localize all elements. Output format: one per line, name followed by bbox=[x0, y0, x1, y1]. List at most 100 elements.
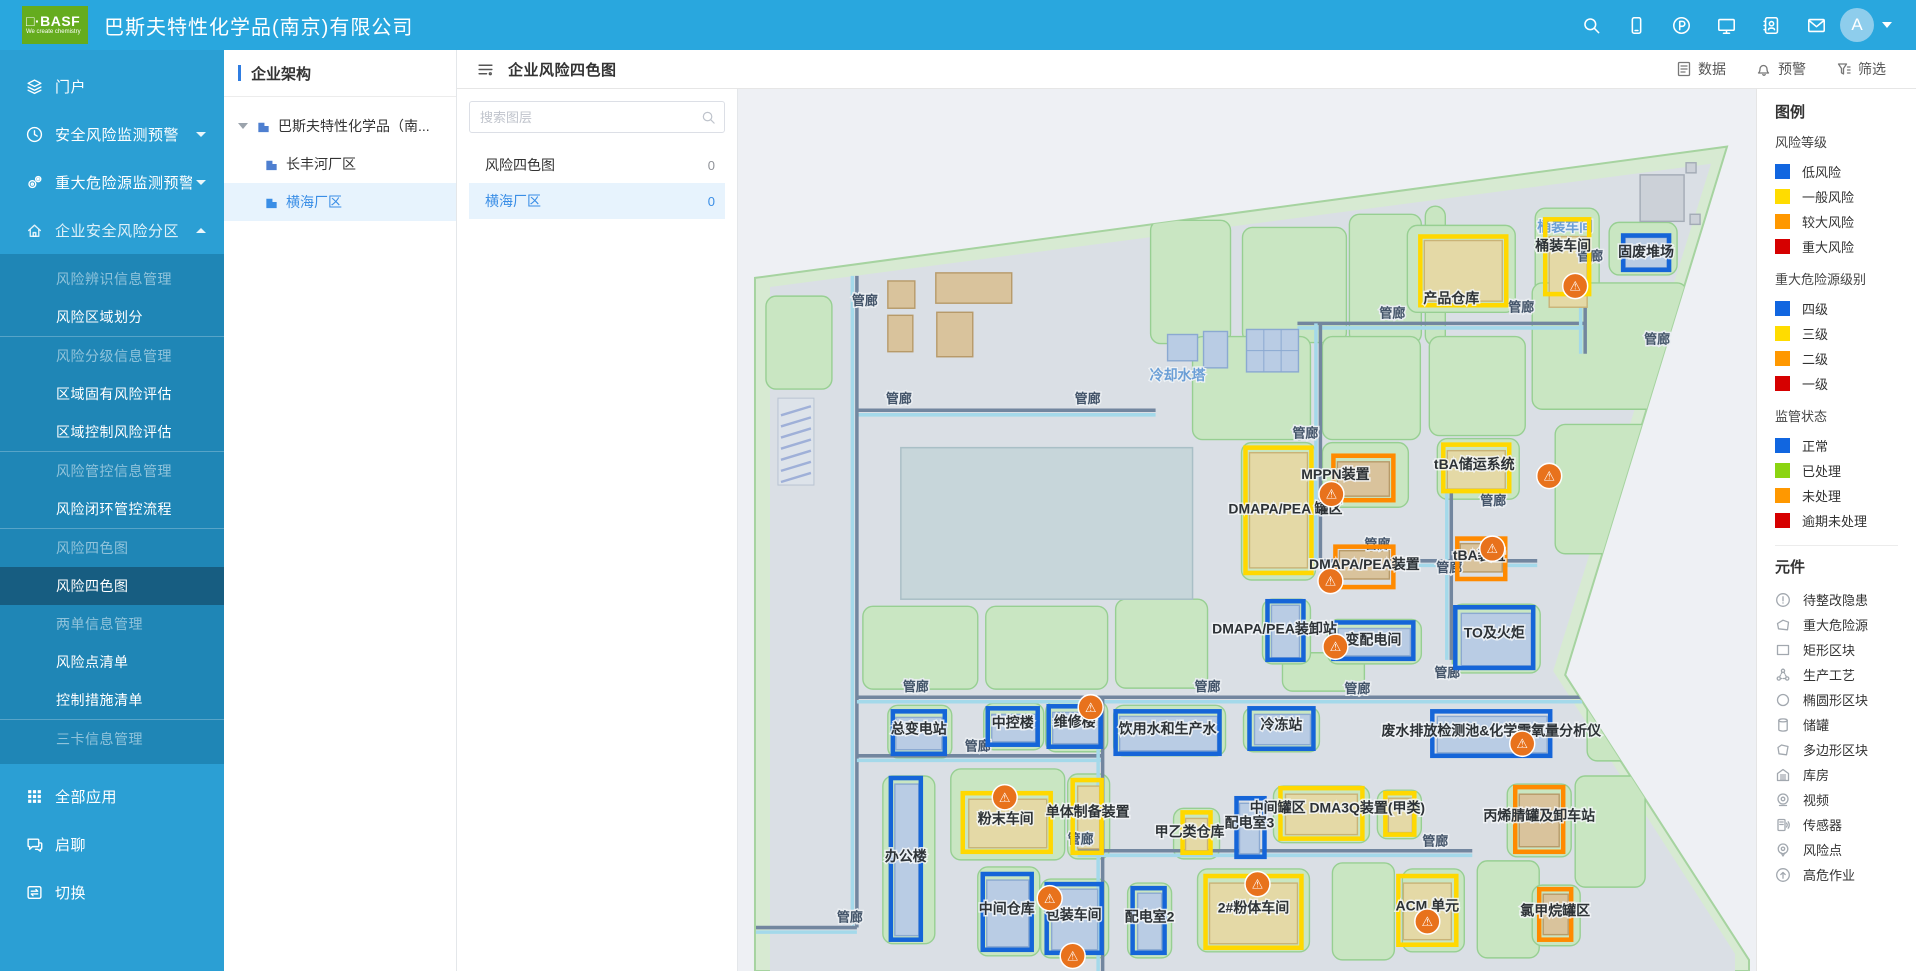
alarm-marker-icon[interactable]: ⚠ bbox=[1319, 482, 1344, 507]
submenu-item-label: 风险四色图 bbox=[56, 538, 129, 558]
header-accent-bar bbox=[238, 65, 241, 81]
sidebar-bottom-item-0[interactable]: 全部应用 bbox=[0, 772, 224, 820]
alarm-marker-icon[interactable]: ⚠ bbox=[992, 785, 1017, 810]
submenu-item-1[interactable]: 风险区域划分 bbox=[0, 298, 224, 336]
filter-icon bbox=[1836, 61, 1852, 77]
org-panel-header: 企业架构 bbox=[224, 50, 456, 97]
layer-item-0[interactable]: 风险四色图0 bbox=[469, 147, 725, 183]
app-header: □·BASF We create chemistry 巴斯夫特性化学品(南京)有… bbox=[0, 0, 1916, 50]
layer-item-1[interactable]: 横海厂区0 bbox=[469, 183, 725, 219]
submenu-item-label: 区域固有风险评估 bbox=[56, 384, 172, 404]
svg-text:⚠: ⚠ bbox=[1516, 736, 1528, 751]
factory-site-map[interactable]: 管廊管廊管廊管廊管廊管廊管廊管廊管廊管廊管廊管廊管廊管廊管廊管廊管廊管廊管廊冷却… bbox=[738, 89, 1756, 971]
legend-section-title: 重大危险源级别 bbox=[1775, 269, 1916, 288]
lawn-block bbox=[1243, 227, 1347, 342]
pipe-rack-label: 管廊 bbox=[837, 909, 863, 924]
submenu-item-8[interactable]: 风险四色图 bbox=[0, 567, 224, 605]
alarm-marker-icon[interactable]: ⚠ bbox=[1060, 943, 1085, 968]
svg-text:⚠: ⚠ bbox=[1044, 891, 1056, 906]
sidebar-item-1[interactable]: 安全风险监测预警 bbox=[0, 110, 224, 158]
alarm-marker-icon[interactable]: ⚠ bbox=[1318, 568, 1343, 593]
avatar-caret-icon[interactable] bbox=[1882, 22, 1892, 28]
tree-node-label: 长丰河厂区 bbox=[286, 154, 356, 174]
alarm-marker-icon[interactable]: ⚠ bbox=[1480, 536, 1505, 561]
alarm-marker-icon[interactable]: ⚠ bbox=[1415, 909, 1440, 934]
toolbar-action-1[interactable]: 预警 bbox=[1756, 59, 1806, 79]
legend-item-label: 逾期未处理 bbox=[1802, 511, 1867, 530]
search-icon[interactable] bbox=[1582, 16, 1601, 35]
phone-icon[interactable] bbox=[1627, 16, 1646, 35]
building bbox=[1640, 175, 1684, 221]
pipe-rack-label: 管廊 bbox=[1422, 834, 1448, 849]
svg-text:⚠: ⚠ bbox=[999, 790, 1011, 805]
risk-zone-label: 甲乙类仓库 bbox=[1155, 824, 1225, 840]
lawn-block bbox=[1322, 337, 1420, 440]
legend-element-label: 生产工艺 bbox=[1803, 665, 1855, 684]
submenu-item-4[interactable]: 区域控制风险评估 bbox=[0, 413, 224, 451]
alarm-marker-icon[interactable]: ⚠ bbox=[1537, 463, 1562, 488]
alarm-marker-icon[interactable]: ⚠ bbox=[1078, 695, 1103, 720]
submenu-item-10[interactable]: 风险点清单 bbox=[0, 643, 224, 681]
parking-icon[interactable] bbox=[1672, 16, 1691, 35]
monitor-icon[interactable] bbox=[1717, 16, 1736, 35]
legend-element-item: 视频 bbox=[1775, 787, 1916, 812]
basf-logo: □·BASF We create chemistry bbox=[22, 6, 88, 44]
tree-node-2[interactable]: 横海厂区 bbox=[224, 183, 456, 221]
svg-text:⚠: ⚠ bbox=[1252, 877, 1264, 892]
alarm-marker-icon[interactable]: ⚠ bbox=[1510, 731, 1535, 756]
toolbar-action-2[interactable]: 筛选 bbox=[1836, 59, 1886, 79]
lawn-block bbox=[1575, 776, 1645, 887]
submenu-item-6[interactable]: 风险闭环管控流程 bbox=[0, 490, 224, 528]
legend-element-label: 储罐 bbox=[1803, 715, 1829, 734]
building bbox=[888, 315, 913, 351]
alarm-marker-icon[interactable]: ⚠ bbox=[1323, 634, 1348, 659]
legend-item-label: 较大风险 bbox=[1802, 212, 1854, 231]
chevron-up-icon bbox=[196, 228, 206, 233]
layer-search-input[interactable] bbox=[478, 109, 701, 126]
user-avatar[interactable]: A bbox=[1840, 8, 1874, 42]
risk-map-canvas[interactable]: 管廊管廊管廊管廊管廊管廊管廊管廊管廊管廊管廊管廊管廊管廊管廊管廊管廊管廊管廊冷却… bbox=[738, 89, 1756, 971]
toolbar-action-0[interactable]: 数据 bbox=[1676, 59, 1726, 79]
color-swatch bbox=[1775, 376, 1790, 391]
mail-icon[interactable] bbox=[1807, 16, 1826, 35]
submenu-item-3[interactable]: 区域固有风险评估 bbox=[0, 375, 224, 413]
sidebar-submenu: 风险辨识信息管理风险区域划分风险分级信息管理区域固有风险评估区域控制风险评估风险… bbox=[0, 254, 224, 764]
submenu-item-2: 风险分级信息管理 bbox=[0, 336, 224, 375]
legend-element-item: 库房 bbox=[1775, 762, 1916, 787]
svg-text:⚠: ⚠ bbox=[1543, 468, 1555, 483]
svg-text:⚠: ⚠ bbox=[1326, 487, 1338, 502]
home-icon bbox=[26, 222, 43, 239]
submenu-item-label: 三卡信息管理 bbox=[56, 729, 143, 749]
alarm-marker-icon[interactable]: ⚠ bbox=[1563, 273, 1588, 298]
tree-node-0[interactable]: 巴斯夫特性化学品（南... bbox=[224, 107, 456, 145]
sidebar-bottom-item-2[interactable]: 切换 bbox=[0, 868, 224, 916]
submenu-item-11[interactable]: 控制措施清单 bbox=[0, 681, 224, 719]
sidebar-item-3[interactable]: 企业安全风险分区 bbox=[0, 206, 224, 254]
legend-element-label: 高危作业 bbox=[1803, 865, 1855, 884]
risk-zone-label: 办公楼 bbox=[885, 848, 927, 864]
layers-icon bbox=[26, 78, 43, 95]
legend-element-label: 视频 bbox=[1803, 790, 1829, 809]
sidebar-item-0[interactable]: 门户 bbox=[0, 62, 224, 110]
risk-zone-label: 中间罐区 DMA3Q装置(甲类) bbox=[1250, 799, 1425, 815]
legend-item: 较大风险 bbox=[1775, 209, 1916, 234]
layer-search[interactable] bbox=[469, 101, 725, 133]
collapse-menu-icon[interactable] bbox=[477, 61, 494, 78]
warehouse-icon bbox=[1775, 767, 1791, 783]
submenu-item-12: 三卡信息管理 bbox=[0, 719, 224, 758]
contacts-icon[interactable] bbox=[1762, 16, 1781, 35]
sidebar-item-2[interactable]: 重大危险源监测预警 bbox=[0, 158, 224, 206]
sidebar-bottom-item-1[interactable]: 启聊 bbox=[0, 820, 224, 868]
legend-element-item: 矩形区块 bbox=[1775, 637, 1916, 662]
legend-element-item: 多边形区块 bbox=[1775, 737, 1916, 762]
sidebar-item-label: 安全风险监测预警 bbox=[55, 124, 192, 145]
legend-element-item: 待整改隐患 bbox=[1775, 587, 1916, 612]
tree-node-1[interactable]: 长丰河厂区 bbox=[224, 145, 456, 183]
alarm-marker-icon[interactable]: ⚠ bbox=[1037, 886, 1062, 911]
legend-element-label: 传感器 bbox=[1803, 815, 1842, 834]
search-icon[interactable] bbox=[701, 110, 716, 125]
tree-caret-icon[interactable] bbox=[238, 123, 248, 129]
alarm-marker-icon[interactable]: ⚠ bbox=[1245, 871, 1270, 896]
legend-element-label: 多边形区块 bbox=[1803, 740, 1868, 759]
risk-zone-label: 丙烯腈罐及卸车站 bbox=[1483, 807, 1595, 823]
